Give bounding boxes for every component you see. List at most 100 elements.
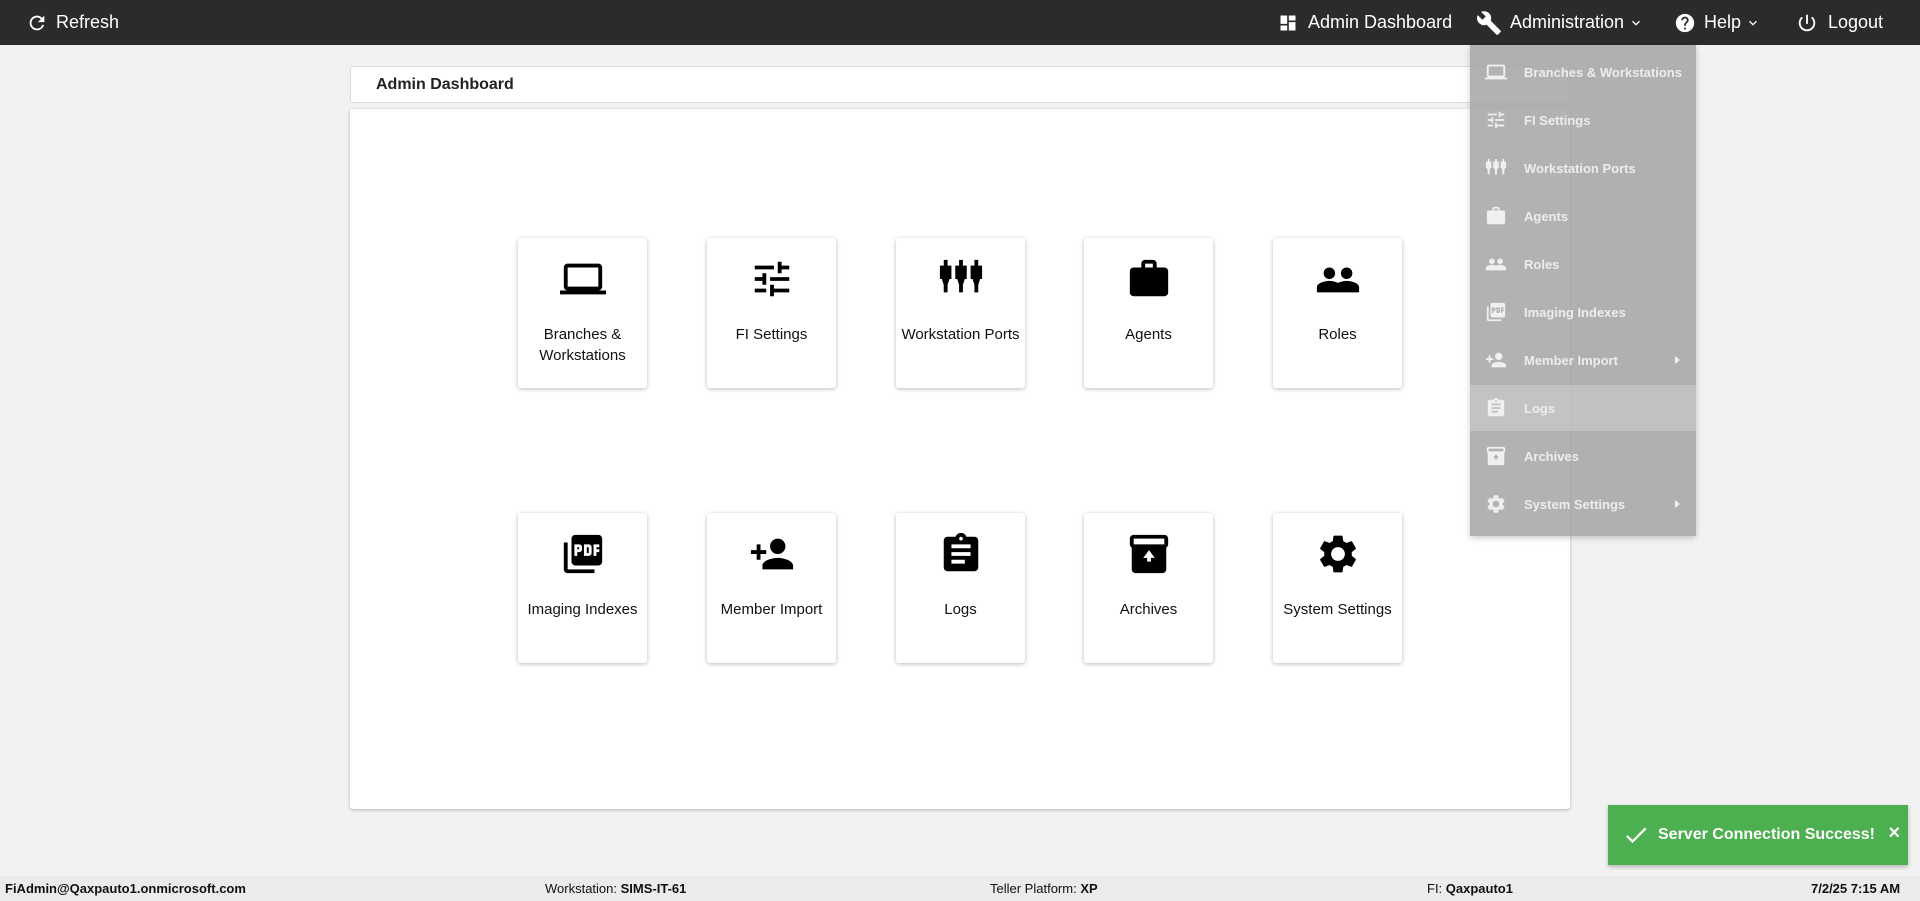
menu-item-label: Imaging Indexes bbox=[1524, 304, 1626, 320]
menu-item-archives[interactable]: Archives bbox=[1470, 433, 1696, 479]
people-icon bbox=[1485, 253, 1507, 275]
help-label: Help bbox=[1704, 12, 1742, 32]
tile-roles[interactable]: Roles bbox=[1273, 238, 1402, 388]
tile-label: Workstation Ports bbox=[901, 326, 1020, 343]
page-title: Admin Dashboard bbox=[376, 75, 514, 93]
tile-label: Archives bbox=[1119, 601, 1178, 618]
menu-item-roles[interactable]: Roles bbox=[1470, 241, 1696, 287]
tile-label: Imaging Indexes bbox=[527, 601, 638, 618]
fi-label: FI: bbox=[1427, 881, 1443, 896]
submenu-arrow-icon bbox=[1675, 500, 1680, 508]
refresh-button[interactable]: Refresh bbox=[26, 0, 119, 45]
tile-imaging-indexes[interactable]: Imaging Indexes bbox=[518, 513, 647, 663]
status-teller-platform: Teller Platform: XP bbox=[990, 881, 1098, 896]
menu-item-label: Archives bbox=[1524, 448, 1579, 464]
menu-item-label: Branches & Workstations bbox=[1524, 64, 1682, 80]
clipboard-icon bbox=[938, 531, 984, 577]
status-datetime: 7/2/25 7:15 AM bbox=[1811, 881, 1900, 896]
checkmark-icon bbox=[1625, 827, 1647, 844]
gear-icon bbox=[1315, 531, 1361, 577]
close-icon[interactable]: × bbox=[1888, 822, 1900, 844]
tile-label: FI Settings bbox=[735, 326, 808, 343]
briefcase-icon bbox=[1485, 205, 1507, 227]
dashboard-panel: Branches & Workstations FI Settings Work… bbox=[350, 109, 1570, 809]
tile-agents[interactable]: Agents bbox=[1084, 238, 1213, 388]
tile-label: Branches & Workstations bbox=[539, 326, 626, 364]
tile-system-settings[interactable]: System Settings bbox=[1273, 513, 1402, 663]
sliders-icon bbox=[749, 256, 795, 302]
status-fi: FI: Qaxpauto1 bbox=[1427, 881, 1513, 896]
tile-label: Member Import bbox=[720, 601, 823, 618]
people-icon bbox=[1315, 256, 1361, 302]
workstation-label: Workstation: bbox=[545, 881, 618, 896]
menu-item-label: FI Settings bbox=[1524, 112, 1591, 128]
submenu-arrow-icon bbox=[1675, 356, 1680, 364]
laptop-icon bbox=[560, 256, 606, 302]
menu-item-imaging-indexes[interactable]: Imaging Indexes bbox=[1470, 289, 1696, 335]
tile-member-import[interactable]: Member Import bbox=[707, 513, 836, 663]
wrench-icon bbox=[1477, 10, 1501, 35]
refresh-icon bbox=[29, 15, 45, 30]
ports-icon bbox=[938, 256, 984, 302]
menu-item-label: System Settings bbox=[1524, 496, 1626, 512]
teller-label: Teller Platform: bbox=[990, 881, 1077, 896]
menu-item-branches-workstations[interactable]: Branches & Workstations bbox=[1470, 49, 1696, 95]
tile-fi-settings[interactable]: FI Settings bbox=[707, 238, 836, 388]
person-add-icon bbox=[749, 531, 795, 577]
admin-dashboard-link[interactable]: Admin Dashboard bbox=[1278, 0, 1452, 45]
menu-item-fi-settings[interactable]: FI Settings bbox=[1470, 97, 1696, 143]
refresh-label: Refresh bbox=[56, 12, 120, 32]
dashboard-icon bbox=[1280, 15, 1296, 30]
power-icon bbox=[1798, 14, 1816, 31]
top-navigation-bar: Refresh Admin Dashboard Administration H… bbox=[0, 0, 1920, 45]
tile-label: Logs bbox=[944, 601, 977, 618]
toast-message: Server Connection Success! bbox=[1658, 826, 1875, 843]
menu-item-member-import[interactable]: Member Import bbox=[1470, 337, 1696, 383]
workstation-value: SIMS-IT-61 bbox=[620, 881, 687, 896]
menu-item-logs[interactable]: Logs bbox=[1470, 385, 1696, 431]
tile-archives[interactable]: Archives bbox=[1084, 513, 1213, 663]
status-workstation: Workstation: SIMS-IT-61 bbox=[545, 881, 686, 896]
menu-item-agents[interactable]: Agents bbox=[1470, 193, 1696, 239]
administration-menu-button[interactable]: Administration bbox=[1476, 0, 1644, 45]
tile-workstation-ports[interactable]: Workstation Ports bbox=[896, 238, 1025, 388]
success-toast: Server Connection Success! × bbox=[1608, 805, 1908, 865]
tile-label: System Settings bbox=[1283, 601, 1392, 618]
menu-item-label: Agents bbox=[1524, 208, 1569, 224]
sliders-icon bbox=[1485, 109, 1507, 131]
chevron-down-icon bbox=[1749, 20, 1758, 26]
pdf-icon bbox=[560, 531, 606, 577]
menu-item-system-settings[interactable]: System Settings bbox=[1470, 481, 1696, 527]
logout-label: Logout bbox=[1828, 12, 1884, 32]
tile-branches-workstations[interactable]: Branches & Workstations bbox=[518, 238, 647, 388]
ports-icon bbox=[1485, 157, 1507, 179]
datetime-value: 7/2/25 7:15 AM bbox=[1811, 881, 1901, 896]
menu-item-label: Workstation Ports bbox=[1524, 160, 1636, 176]
tile-label: Roles bbox=[1318, 326, 1357, 343]
menu-item-workstation-ports[interactable]: Workstation Ports bbox=[1470, 145, 1696, 191]
administration-label: Administration bbox=[1510, 12, 1625, 32]
fi-value: Qaxpauto1 bbox=[1445, 881, 1513, 896]
briefcase-icon bbox=[1126, 256, 1172, 302]
archive-icon bbox=[1485, 445, 1507, 467]
help-icon bbox=[1675, 13, 1695, 32]
menu-item-label: Logs bbox=[1524, 400, 1556, 416]
user-email: FiAdmin@Qaxpauto1.onmicrosoft.com bbox=[5, 881, 246, 896]
logout-button[interactable]: Logout bbox=[1796, 0, 1883, 45]
archive-icon bbox=[1126, 531, 1172, 577]
help-menu-button[interactable]: Help bbox=[1674, 0, 1761, 45]
status-bar: FiAdmin@Qaxpauto1.onmicrosoft.com Workst… bbox=[0, 876, 1920, 901]
admin-dashboard-label: Admin Dashboard bbox=[1308, 12, 1453, 32]
person-add-icon bbox=[1485, 349, 1507, 371]
tile-logs[interactable]: Logs bbox=[896, 513, 1025, 663]
chevron-down-icon bbox=[1632, 20, 1641, 26]
laptop-icon bbox=[1485, 61, 1507, 83]
menu-item-label: Roles bbox=[1524, 256, 1560, 272]
administration-dropdown-menu: Branches & Workstations FI Settings Work… bbox=[1470, 45, 1696, 536]
status-user: FiAdmin@Qaxpauto1.onmicrosoft.com bbox=[5, 881, 246, 896]
pdf-icon bbox=[1485, 301, 1507, 323]
teller-value: XP bbox=[1080, 881, 1098, 896]
clipboard-icon bbox=[1485, 397, 1507, 419]
menu-item-label: Member Import bbox=[1524, 352, 1618, 368]
page-title-bar: Admin Dashboard bbox=[350, 66, 1570, 103]
